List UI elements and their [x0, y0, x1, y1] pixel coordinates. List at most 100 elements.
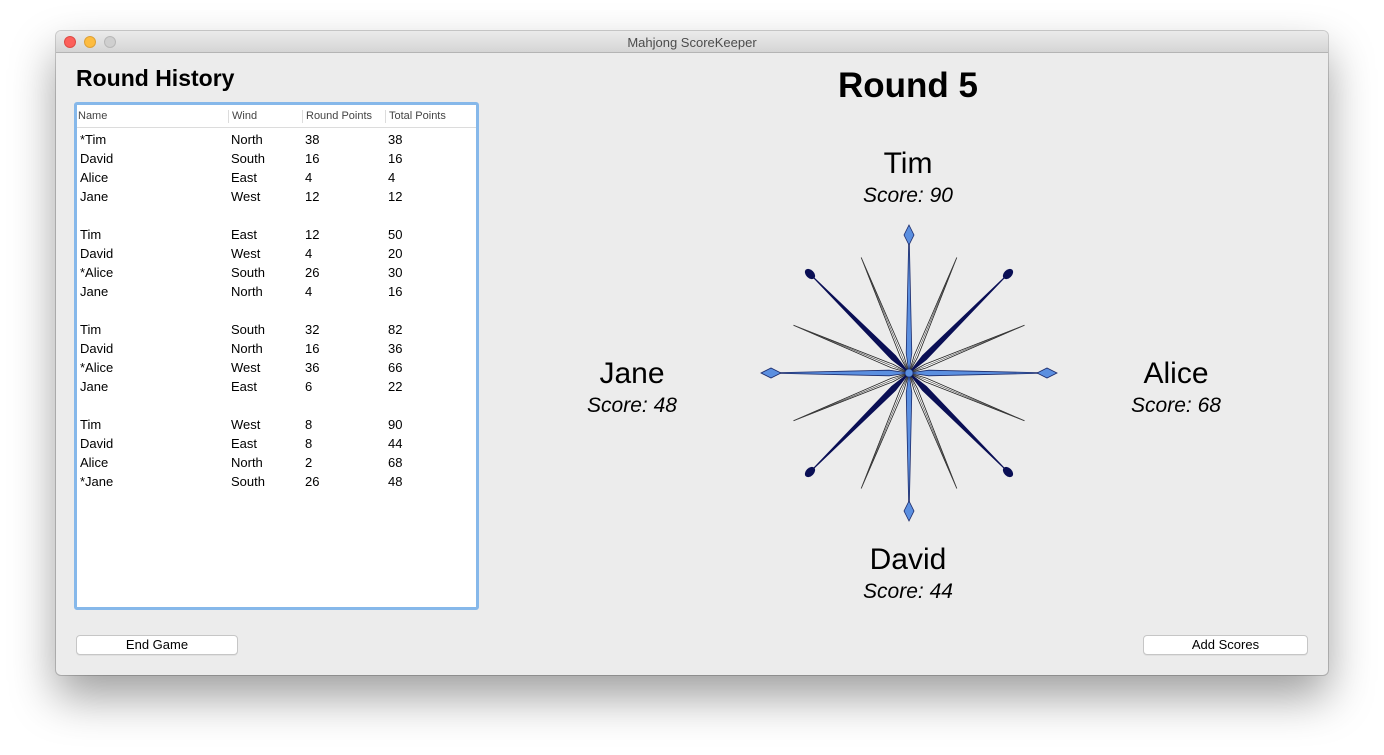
compass-cardinal-tip — [903, 224, 915, 246]
table-row[interactable]: Tim East 12 50 — [77, 225, 476, 244]
table-row[interactable]: *Jane South 26 48 — [77, 472, 476, 491]
compass-center — [904, 368, 914, 378]
compass-cardinal-point — [908, 369, 1055, 377]
cell-total-points: 30 — [388, 265, 403, 280]
cell-wind: West — [231, 246, 261, 261]
cell-total-points: 48 — [388, 474, 403, 489]
compass-cardinal-tip — [903, 500, 915, 522]
cell-total-points: 16 — [388, 284, 403, 299]
table-row[interactable]: Tim South 32 82 — [77, 320, 476, 339]
add-scores-button[interactable]: Add Scores — [1143, 635, 1308, 655]
cell-round-points: 8 — [305, 417, 313, 432]
cell-name: David — [80, 151, 114, 166]
player-score: Score: 68 — [1131, 394, 1221, 417]
table-row[interactable]: Jane West 12 12 — [77, 187, 476, 206]
cell-total-points: 38 — [388, 132, 403, 147]
cell-wind: North — [231, 341, 263, 356]
cell-wind: West — [231, 417, 261, 432]
table-row[interactable]: Tim West 8 90 — [77, 415, 476, 434]
cell-wind: South — [231, 265, 265, 280]
cell-round-points: 8 — [305, 436, 313, 451]
table-row[interactable]: David East 8 44 — [77, 434, 476, 453]
cell-total-points: 36 — [388, 341, 403, 356]
column-header-wind[interactable]: Wind — [228, 110, 302, 123]
cell-round-points: 26 — [305, 474, 320, 489]
round-history-table[interactable]: Name Wind Round Points Total Points *Tim… — [74, 102, 479, 610]
cell-name: *Alice — [80, 360, 114, 375]
compass-cardinal-point — [905, 227, 913, 374]
player-name: Tim — [883, 147, 933, 180]
player-west: Jane Score: 48 — [532, 358, 732, 418]
cell-wind: North — [231, 455, 263, 470]
column-header-total-points[interactable]: Total Points — [385, 110, 476, 123]
cell-total-points: 44 — [388, 436, 403, 451]
round-history-title: Round History — [76, 65, 235, 91]
end-game-button[interactable]: End Game — [76, 635, 238, 655]
table-row[interactable]: Alice East 4 4 — [77, 168, 476, 187]
table-row[interactable]: David South 16 16 — [77, 149, 476, 168]
cell-wind: West — [231, 360, 261, 375]
cell-name: Jane — [80, 379, 109, 394]
cell-round-points: 26 — [305, 265, 320, 280]
cell-round-points: 12 — [305, 227, 320, 242]
cell-name: Alice — [80, 170, 109, 185]
table-row[interactable]: *Alice South 26 30 — [77, 263, 476, 282]
column-header-name[interactable]: Name — [77, 110, 228, 123]
cell-name: *Jane — [80, 474, 114, 489]
cell-wind: South — [231, 474, 265, 489]
cell-round-points: 36 — [305, 360, 320, 375]
title-bar[interactable]: Mahjong ScoreKeeper — [56, 31, 1328, 53]
player-name: David — [869, 543, 947, 576]
cell-wind: West — [231, 189, 261, 204]
cell-name: David — [80, 436, 114, 451]
cell-name: *Alice — [80, 265, 114, 280]
cell-round-points: 38 — [305, 132, 320, 147]
compass-diagonal-point — [811, 372, 910, 471]
cell-total-points: 68 — [388, 455, 403, 470]
column-header-round-points[interactable]: Round Points — [302, 110, 385, 123]
cell-total-points: 82 — [388, 322, 403, 337]
cell-total-points: 16 — [388, 151, 403, 166]
table-row[interactable]: *Tim North 38 38 — [77, 130, 476, 149]
round-title: Round 5 — [838, 66, 978, 105]
cell-wind: East — [231, 436, 258, 451]
cell-total-points: 50 — [388, 227, 403, 242]
table-row[interactable]: Alice North 2 68 — [77, 453, 476, 472]
cell-name: *Tim — [80, 132, 107, 147]
cell-round-points: 16 — [305, 341, 320, 356]
cell-name: Tim — [80, 322, 102, 337]
cell-round-points: 4 — [305, 246, 313, 261]
cell-round-points: 2 — [305, 455, 313, 470]
cell-wind: South — [231, 151, 265, 166]
table-row[interactable]: Jane East 6 22 — [77, 377, 476, 396]
cell-round-points: 4 — [305, 284, 313, 299]
cell-round-points: 6 — [305, 379, 313, 394]
cell-total-points: 66 — [388, 360, 403, 375]
cell-name: David — [80, 341, 114, 356]
cell-round-points: 32 — [305, 322, 320, 337]
cell-name: Alice — [80, 455, 109, 470]
player-east: Alice Score: 68 — [1076, 358, 1276, 418]
cell-wind: East — [231, 227, 258, 242]
player-south: David Score: 44 — [808, 544, 1008, 604]
compass-cardinal-tip — [760, 367, 782, 379]
table-row[interactable]: David North 16 36 — [77, 339, 476, 358]
table-row[interactable]: *Alice West 36 66 — [77, 358, 476, 377]
compass-cardinal-tip — [1036, 367, 1058, 379]
app-window: Mahjong ScoreKeeper Round History Name W… — [56, 31, 1328, 675]
player-score: Score: 44 — [863, 580, 953, 603]
cell-name: Tim — [80, 227, 102, 242]
player-north: Tim Score: 90 — [808, 148, 1008, 208]
window-title: Mahjong ScoreKeeper — [627, 35, 757, 50]
table-header: Name Wind Round Points Total Points — [77, 105, 476, 128]
table-row[interactable]: Jane North 4 16 — [77, 282, 476, 301]
player-name: Jane — [599, 357, 665, 390]
compass-cardinal-point — [763, 369, 910, 377]
cell-wind: East — [231, 379, 258, 394]
compass-rose-icon — [760, 224, 1058, 522]
player-score: Score: 48 — [587, 394, 677, 417]
player-score: Score: 90 — [863, 184, 953, 207]
cell-round-points: 16 — [305, 151, 320, 166]
compass-diagonal-point — [908, 372, 1007, 471]
table-row[interactable]: David West 4 20 — [77, 244, 476, 263]
